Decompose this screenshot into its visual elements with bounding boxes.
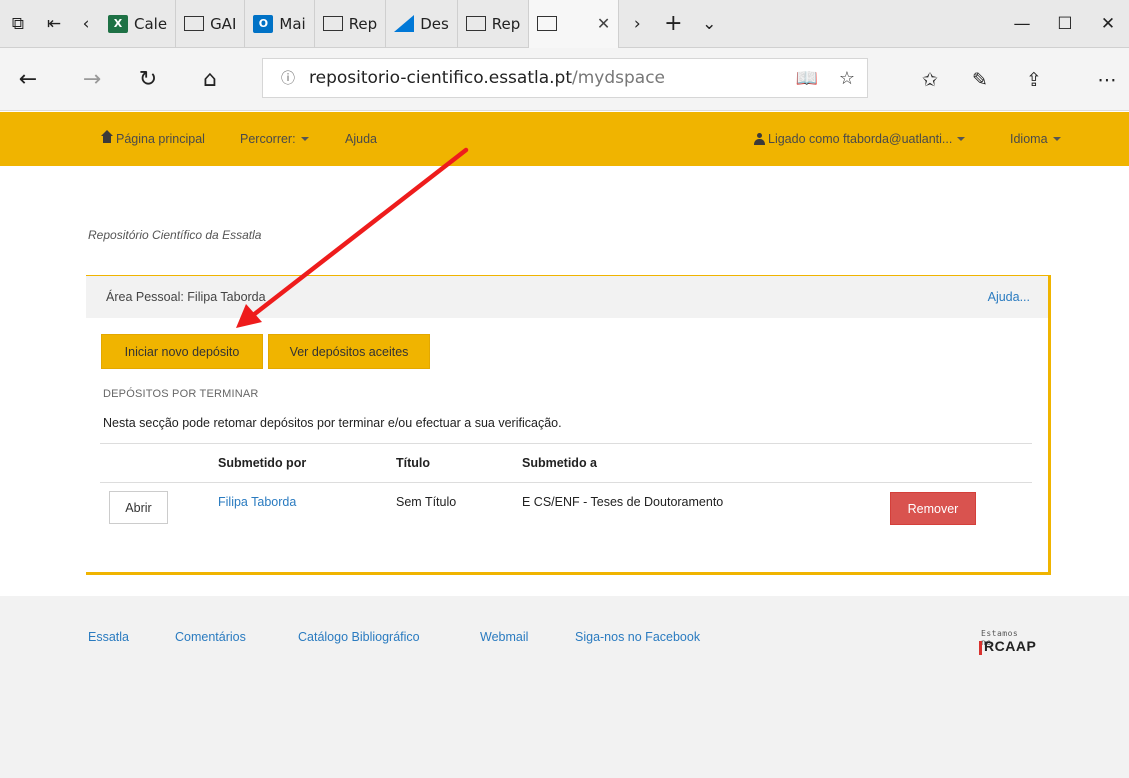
footer-link-catalog[interactable]: Catálogo Bibliográfico [298, 630, 420, 644]
column-header-submitter: Submetido por [218, 456, 307, 470]
nav-help-link[interactable]: Ajuda [345, 112, 377, 166]
caret-down-icon [1052, 137, 1061, 141]
maximize-icon[interactable]: ☐ [1045, 0, 1085, 48]
tab-label: GAI [210, 14, 237, 33]
browser-tab[interactable]: X Cale [100, 0, 177, 48]
tab-label: Rep [491, 14, 521, 33]
nav-language-dropdown[interactable]: Idioma [1010, 112, 1061, 166]
close-window-icon[interactable]: ✕ [1088, 0, 1128, 48]
footer-link-webmail[interactable]: Webmail [480, 630, 528, 644]
footer-link-essatla[interactable]: Essatla [88, 630, 129, 644]
url-input[interactable]: ⓘ repositorio-cientifico.essatla.pt/myds… [262, 58, 868, 98]
panel-header: Área Pessoal: Filipa Taborda Ajuda... [86, 276, 1048, 318]
home-icon[interactable]: ⌂ [188, 48, 232, 111]
refresh-icon[interactable]: ↻ [126, 48, 170, 111]
start-new-deposit-button[interactable]: Iniciar novo depósito [101, 334, 263, 369]
new-tab-icon[interactable]: + [655, 0, 691, 48]
close-tab-icon[interactable]: ✕ [597, 14, 610, 33]
browser-tab[interactable]: Des [386, 0, 458, 48]
page-icon [465, 16, 486, 31]
section-title: DEPÓSITOS POR TERMINAR [103, 388, 259, 400]
tab-label: Rep [348, 14, 378, 33]
breadcrumb[interactable]: Repositório Científico da Essatla [88, 228, 261, 242]
panel-help-link[interactable]: Ajuda... [988, 290, 1030, 304]
reading-view-icon[interactable]: 📖 [787, 68, 827, 89]
favorites-hub-icon[interactable]: ✩ [908, 48, 952, 111]
caret-down-icon [957, 137, 966, 141]
footer-link-comments[interactable]: Comentários [175, 630, 246, 644]
scroll-tabs-left-icon[interactable]: ‹ [72, 0, 100, 48]
deposit-title: Sem Título [396, 495, 457, 509]
set-aside-tabs-icon[interactable]: ⇤ [36, 0, 72, 48]
back-icon[interactable]: ← [6, 48, 50, 111]
scroll-tabs-right-icon[interactable]: › [619, 0, 655, 48]
open-deposit-button[interactable]: Abrir [109, 491, 168, 524]
web-note-icon[interactable]: ✎ [958, 48, 1002, 111]
home-icon [101, 130, 113, 144]
tab-preview-icon[interactable]: ⧉ [0, 0, 36, 48]
tab-label: Des [420, 14, 449, 33]
excel-icon: X [108, 14, 128, 33]
tab-list-chevron-icon[interactable]: ⌄ [691, 0, 727, 48]
url-host: repositorio-cientifico.essatla.pt [309, 68, 572, 88]
panel-title: Área Pessoal: Filipa Taborda [106, 290, 266, 304]
rcaap-logo-text: RCAAP [984, 638, 1037, 654]
browser-tab[interactable]: Rep [315, 0, 387, 48]
column-header-title: Título [396, 456, 431, 470]
column-header-collection: Submetido a [522, 456, 598, 470]
browser-tab[interactable]: GAI [176, 0, 246, 48]
outlook-icon: O [253, 14, 274, 33]
url-path: /mydspace [572, 68, 666, 88]
browser-tab-strip: ⧉ ⇤ ‹ X Cale GAI O Mai Rep Des Rep ✕ › +… [0, 0, 1129, 48]
site-navbar: Página principal Percorrer: Ajuda Ligado… [0, 112, 1129, 166]
browser-tab[interactable]: Rep [458, 0, 530, 48]
tab-label: Cale [134, 14, 168, 33]
footer-link-facebook[interactable]: Siga-nos no Facebook [575, 630, 700, 644]
deposit-collection: E CS/ENF - Teses de Doutoramento [522, 495, 724, 509]
user-icon [754, 133, 765, 145]
rcaap-badge[interactable]: Estamos no RCAAP [979, 629, 1037, 659]
forward-icon[interactable]: → [70, 48, 114, 111]
table-divider [100, 443, 1032, 444]
nav-home-link[interactable]: Página principal [101, 112, 205, 166]
nav-browse-label: Percorrer: [240, 132, 296, 146]
site-info-icon[interactable]: ⓘ [281, 68, 295, 88]
address-bar-row: ← → ↻ ⌂ ⓘ repositorio-cientifico.essatla… [0, 48, 1129, 111]
favorite-star-icon[interactable]: ☆ [827, 68, 867, 89]
personal-area-panel: Área Pessoal: Filipa Taborda Ajuda... In… [86, 275, 1051, 575]
browser-tab[interactable]: O Mai [245, 0, 315, 48]
page-icon [537, 16, 558, 31]
url-actions: 📖 ☆ [787, 59, 867, 97]
minimize-icon[interactable]: — [1002, 0, 1042, 48]
page-icon [184, 16, 205, 31]
section-description: Nesta secção pode retomar depósitos por … [103, 416, 562, 430]
nav-language-label: Idioma [1010, 132, 1048, 146]
page-icon [322, 16, 343, 31]
nav-home-label: Página principal [116, 132, 205, 146]
table-divider [100, 482, 1032, 483]
nav-user-label: Ligado como ftaborda@uatlanti... [768, 132, 953, 146]
remove-deposit-button[interactable]: Remover [890, 492, 976, 525]
rcaap-logo-bar [979, 641, 982, 655]
nav-browse-dropdown[interactable]: Percorrer: [240, 112, 309, 166]
submitter-link[interactable]: Filipa Taborda [218, 495, 296, 509]
caret-down-icon [300, 137, 309, 141]
share-icon[interactable]: ⇪ [1012, 48, 1056, 111]
nav-user-dropdown[interactable]: Ligado como ftaborda@uatlanti... [754, 112, 966, 166]
browser-tab-active[interactable]: ✕ [529, 0, 620, 48]
tab-label: Mai [279, 14, 306, 33]
view-accepted-deposits-button[interactable]: Ver depósitos aceites [268, 334, 430, 369]
nav-help-label: Ajuda [345, 132, 377, 146]
footer: Essatla Comentários Catálogo Bibliográfi… [0, 596, 1129, 778]
more-menu-icon[interactable]: ⋯ [1085, 48, 1129, 111]
azure-icon [394, 15, 415, 32]
